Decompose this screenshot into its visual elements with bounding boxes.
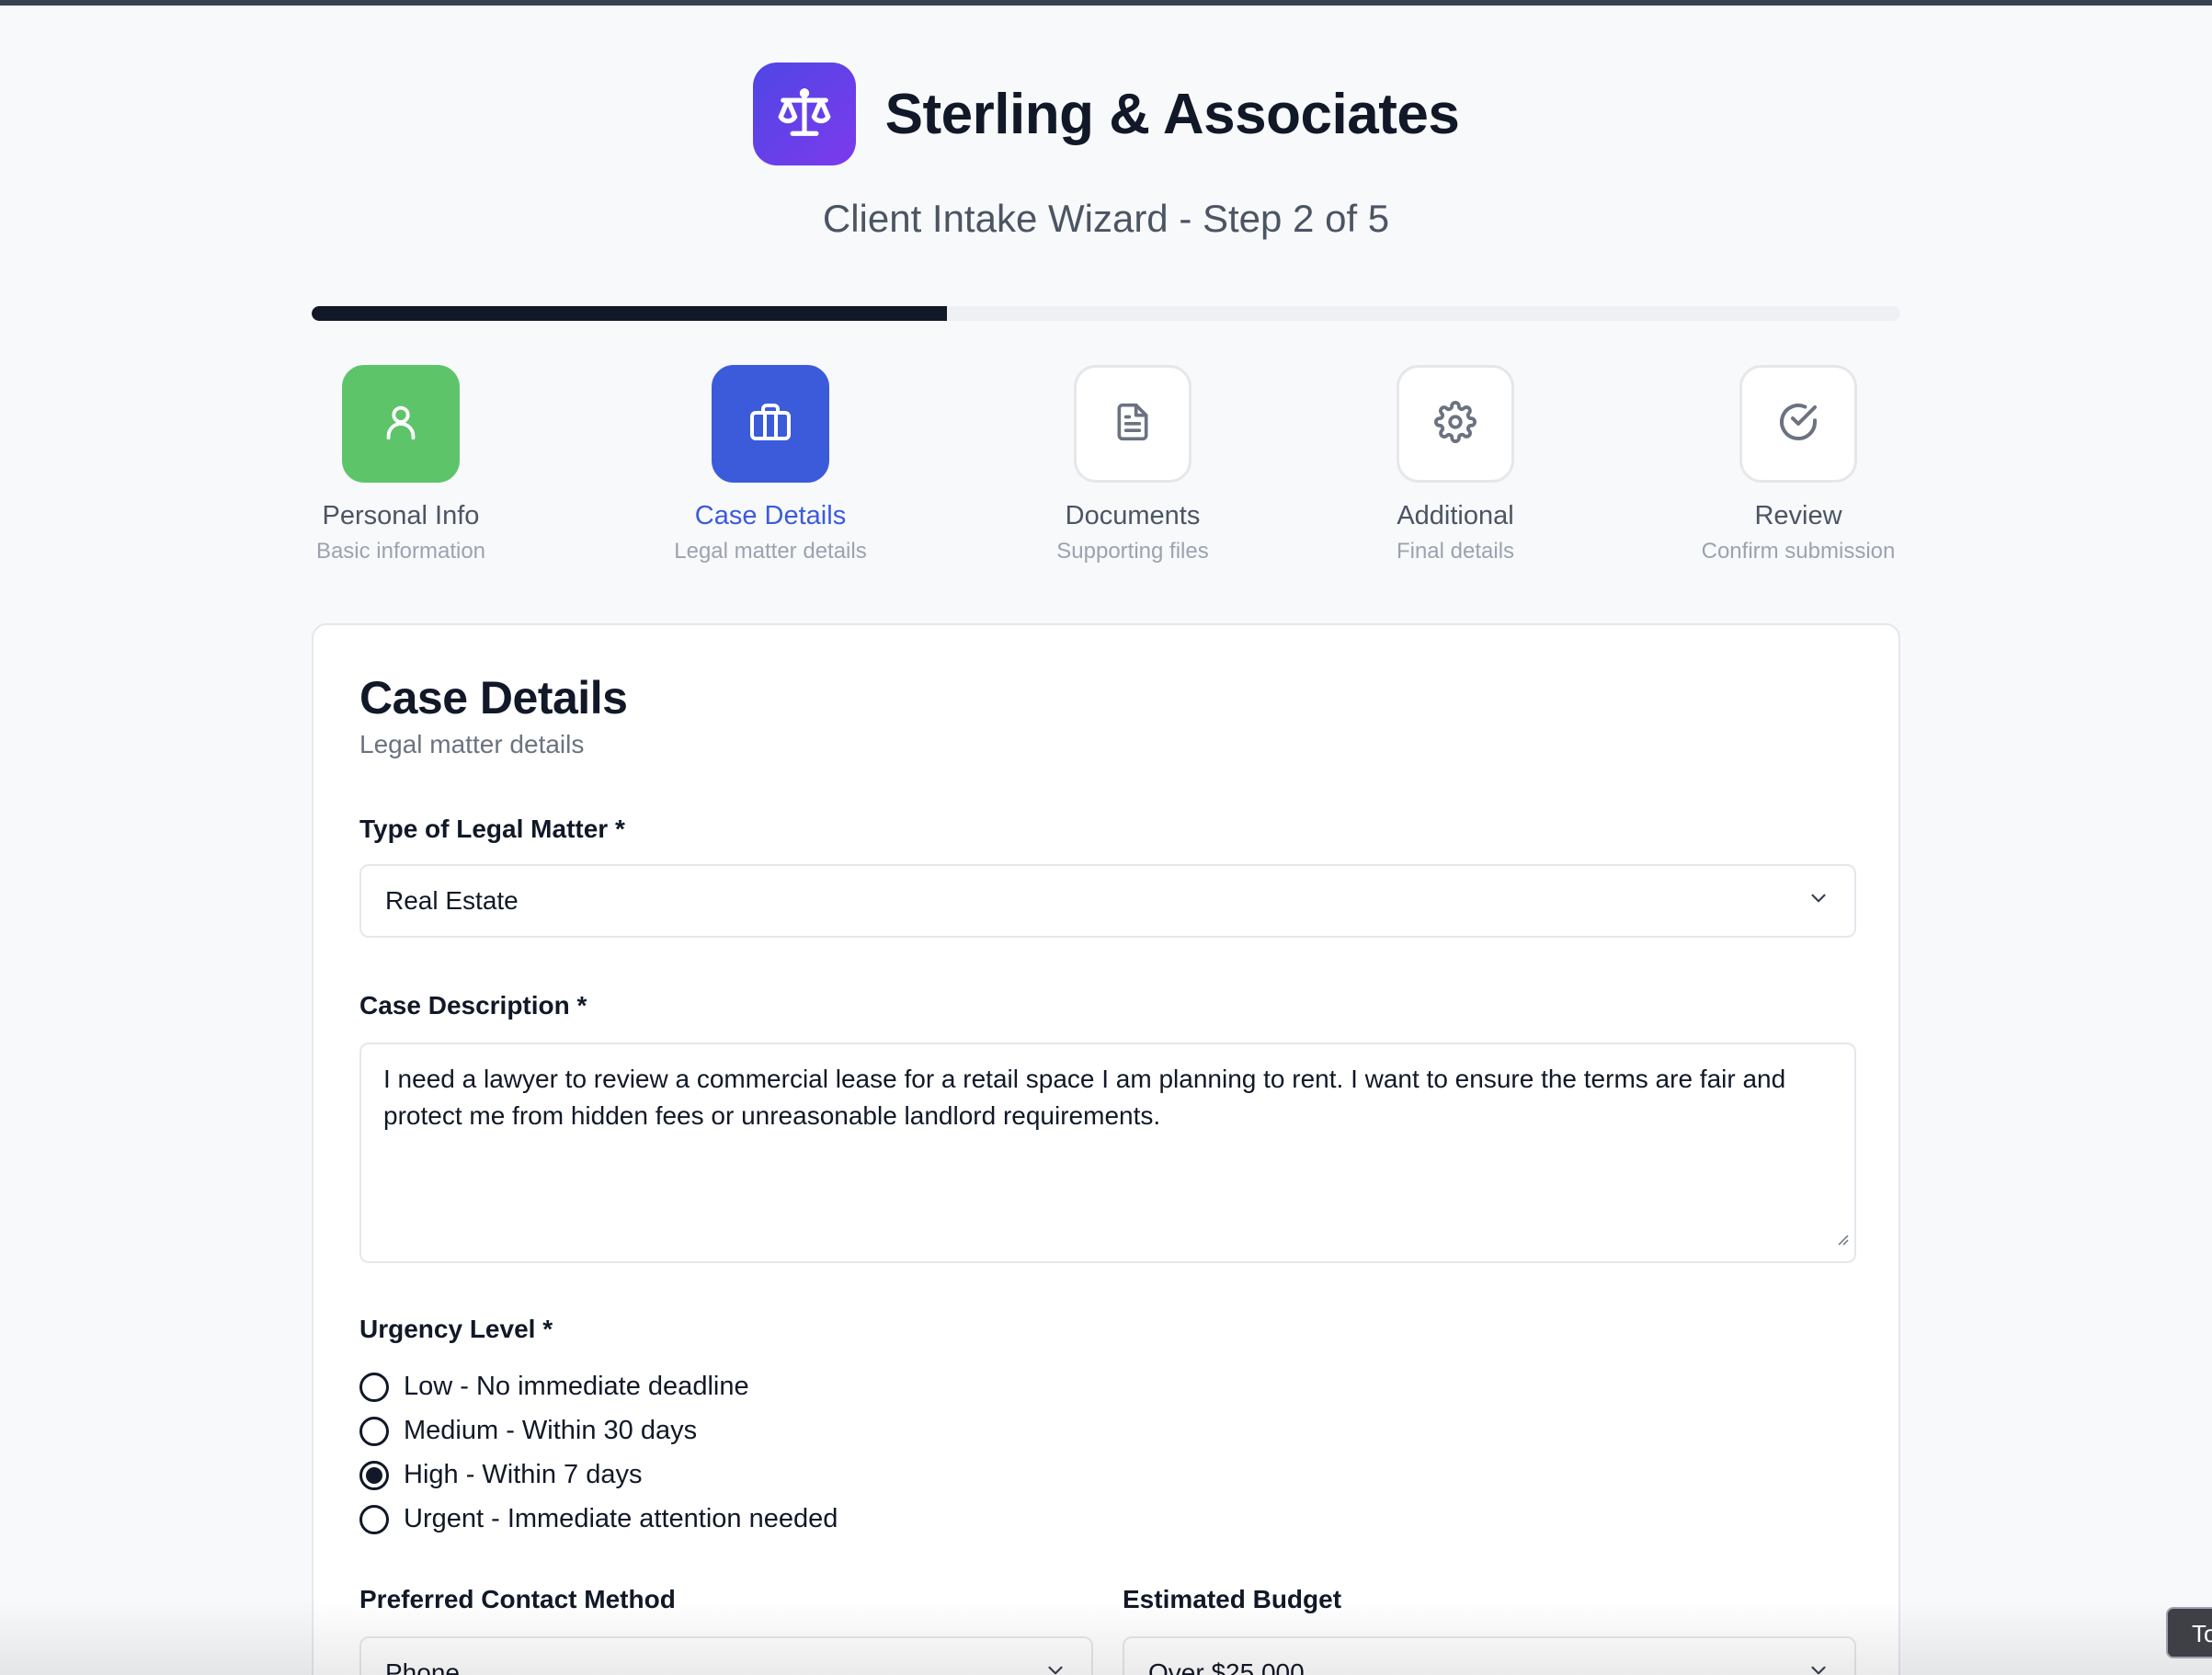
step-subtitle: Legal matter details: [674, 539, 867, 564]
step-subtitle: Confirm submission: [1701, 539, 1896, 564]
urgency-option-low[interactable]: Low - No immediate deadline: [359, 1372, 749, 1402]
firm-name: Sterling & Associates: [884, 82, 1460, 146]
step-subtitle: Supporting files: [1056, 539, 1209, 564]
progress-bar: [312, 306, 1900, 321]
gear-icon: [1434, 400, 1477, 448]
case-description-label: Case Description *: [359, 991, 587, 1020]
check-circle-icon: [1776, 400, 1820, 449]
legal-matter-label: Type of Legal Matter *: [359, 815, 625, 843]
urgency-option-urgent[interactable]: Urgent - Immediate attention needed: [359, 1504, 838, 1534]
radio-label: Urgent - Immediate attention needed: [404, 1504, 838, 1533]
step-additional[interactable]: Additional Final details: [1290, 365, 1621, 564]
legal-matter-value: Real Estate: [385, 886, 519, 915]
urgency-option-high[interactable]: High - Within 7 days: [359, 1460, 643, 1490]
user-icon: [380, 401, 422, 448]
radio-button[interactable]: [359, 1504, 389, 1534]
step-icon-box: [1074, 365, 1192, 483]
contact-method-select[interactable]: Phone: [359, 1636, 1093, 1675]
step-review[interactable]: Review Confirm submission: [1633, 365, 1964, 564]
floating-button[interactable]: To: [2166, 1607, 2212, 1658]
progress-fill: [312, 306, 948, 321]
budget-label: Estimated Budget: [1123, 1585, 1342, 1613]
step-icon-box: [712, 365, 829, 483]
document-icon: [1112, 402, 1153, 447]
case-description-text: I need a lawyer to review a commercial l…: [383, 1065, 1786, 1130]
contact-method-label: Preferred Contact Method: [359, 1585, 676, 1613]
case-description-textarea[interactable]: I need a lawyer to review a commercial l…: [359, 1043, 1856, 1263]
budget-select[interactable]: Over $25,000: [1123, 1636, 1856, 1675]
legal-matter-select[interactable]: Real Estate: [359, 864, 1856, 938]
step-personal-info[interactable]: Personal Info Basic information: [235, 365, 566, 564]
step-icon-box: [1397, 365, 1514, 483]
urgency-option-medium[interactable]: Medium - Within 30 days: [359, 1416, 697, 1446]
step-title: Review: [1754, 501, 1842, 530]
radio-button[interactable]: [359, 1460, 389, 1490]
step-subtitle: Basic information: [315, 539, 486, 564]
budget-value: Over $25,000: [1148, 1658, 1305, 1675]
step-icon-box: [342, 365, 460, 483]
radio-button[interactable]: [359, 1416, 389, 1446]
case-details-card: Case Details Legal matter details Type o…: [312, 623, 1900, 1675]
wizard-subtitle: Client Intake Wizard - Step 2 of 5: [822, 197, 1390, 240]
step-subtitle: Final details: [1396, 539, 1515, 564]
header: Sterling & Associates: [0, 63, 2212, 165]
chevron-down-icon: [1043, 1658, 1067, 1675]
step-icon-box: [1739, 365, 1857, 483]
step-title: Personal Info: [322, 501, 480, 530]
scales-icon: [776, 84, 833, 145]
window-top-border: [0, 0, 2212, 6]
step-case-details[interactable]: Case Details Legal matter details: [605, 365, 936, 564]
step-title: Documents: [1065, 501, 1201, 530]
step-title: Case Details: [694, 501, 847, 530]
resize-handle-icon[interactable]: [1834, 1219, 1849, 1256]
card-title: Case Details: [359, 672, 628, 724]
chevron-down-icon: [1807, 886, 1830, 917]
firm-logo: [752, 63, 856, 165]
radio-button[interactable]: [359, 1372, 389, 1402]
chevron-down-icon: [1807, 1658, 1830, 1675]
briefcase-icon: [748, 400, 792, 449]
contact-method-value: Phone: [385, 1658, 460, 1675]
radio-label: Low - No immediate deadline: [404, 1372, 749, 1401]
step-title: Additional: [1397, 501, 1514, 530]
floating-button-label: To: [2192, 1620, 2212, 1647]
radio-label: Medium - Within 30 days: [404, 1416, 698, 1445]
urgency-label: Urgency Level *: [359, 1315, 553, 1343]
step-documents[interactable]: Documents Supporting files: [967, 365, 1298, 564]
card-subtitle: Legal matter details: [359, 730, 585, 758]
radio-label: High - Within 7 days: [404, 1460, 643, 1489]
